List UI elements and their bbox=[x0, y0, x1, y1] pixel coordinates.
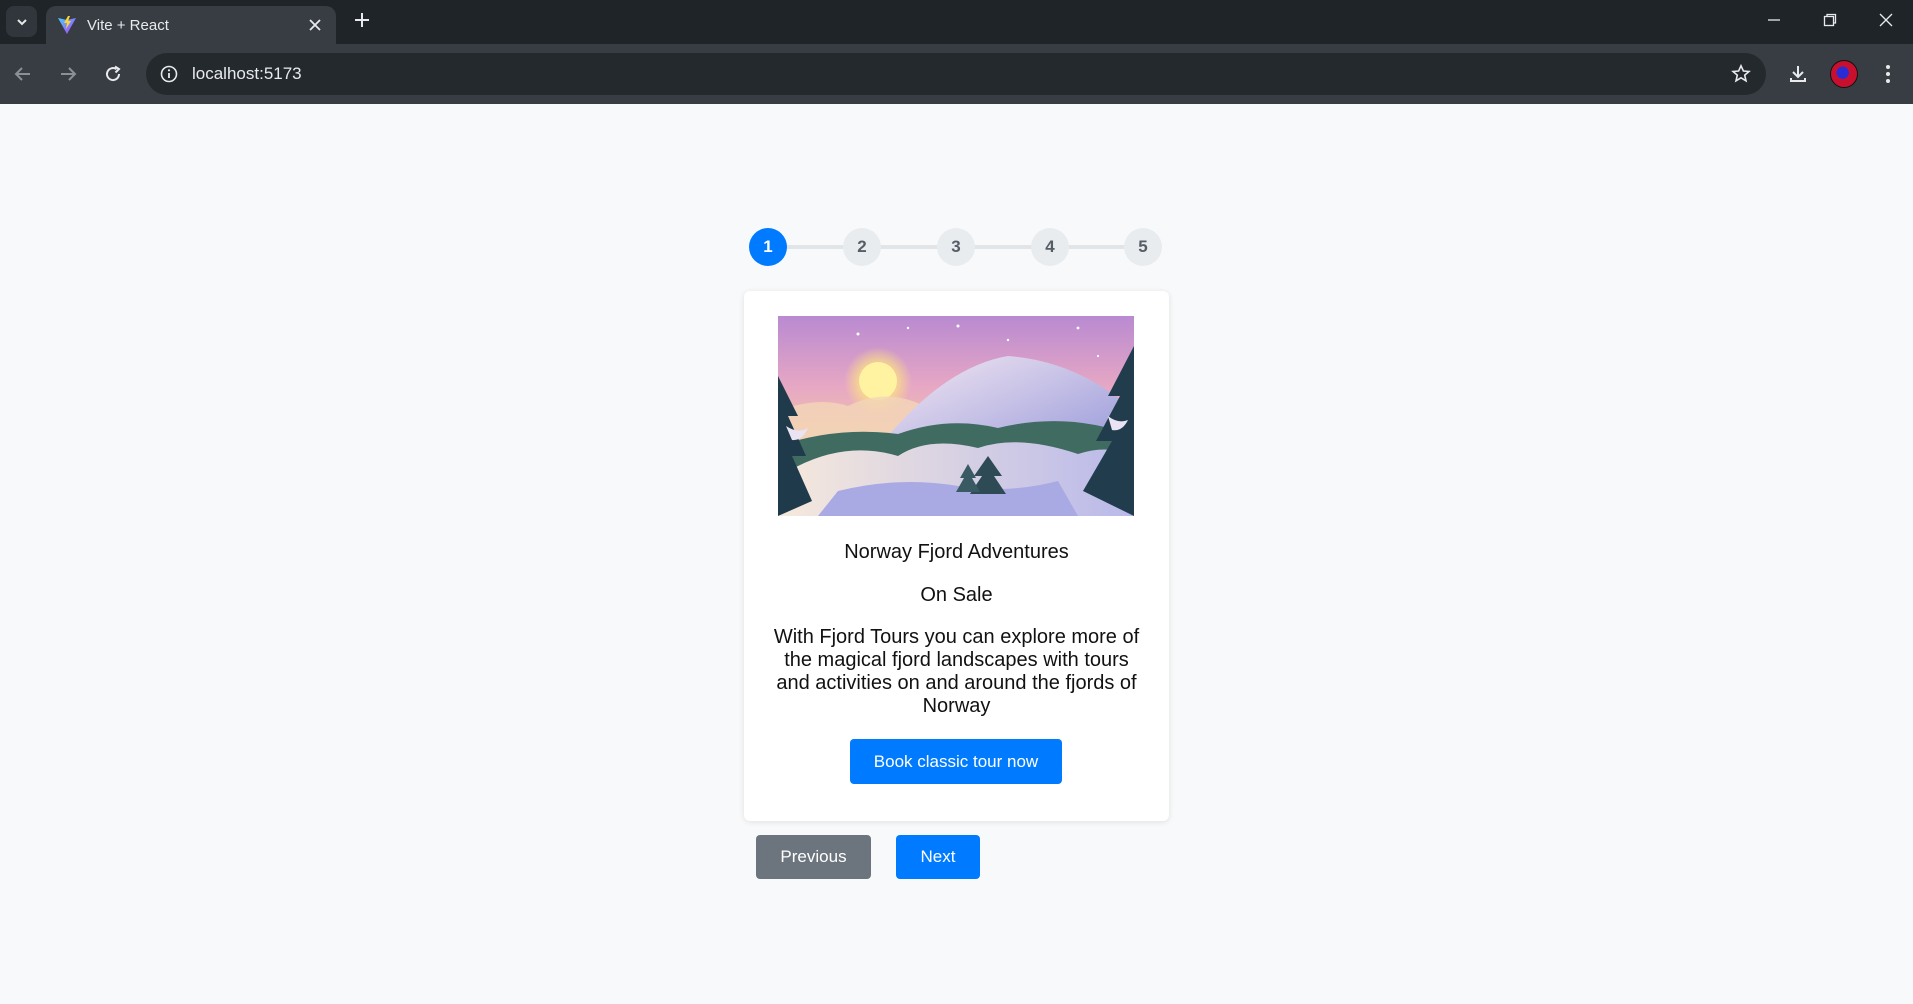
step-4[interactable]: 4 bbox=[1031, 228, 1069, 266]
minimize-icon bbox=[1768, 19, 1780, 21]
book-tour-button[interactable]: Book classic tour now bbox=[850, 739, 1062, 784]
close-tab-icon[interactable] bbox=[302, 12, 328, 38]
tour-card: Norway Fjord Adventures On Sale With Fjo… bbox=[744, 291, 1169, 821]
minimize-button[interactable] bbox=[1746, 2, 1802, 38]
bookmark-star-icon[interactable] bbox=[1728, 61, 1754, 87]
arrow-right-icon bbox=[61, 67, 77, 81]
chevron-down-icon bbox=[16, 18, 27, 25]
restore-icon bbox=[1823, 13, 1837, 27]
next-button[interactable]: Next bbox=[896, 835, 980, 879]
reload-button[interactable] bbox=[95, 56, 131, 92]
progress-stepper: 1 2 3 4 5 bbox=[749, 228, 1162, 266]
previous-button[interactable]: Previous bbox=[756, 835, 871, 879]
browser-tab[interactable]: Vite + React bbox=[46, 6, 336, 44]
download-icon bbox=[1790, 66, 1806, 82]
tab-title: Vite + React bbox=[87, 16, 169, 34]
reload-icon bbox=[106, 65, 121, 82]
avatar bbox=[1830, 60, 1858, 88]
browser-menu-button[interactable] bbox=[1870, 56, 1906, 92]
restore-button[interactable] bbox=[1802, 2, 1858, 38]
tour-title: Norway Fjord Adventures bbox=[844, 541, 1069, 563]
vite-logo-icon bbox=[56, 14, 78, 36]
step-2[interactable]: 2 bbox=[843, 228, 881, 266]
step-5[interactable]: 5 bbox=[1124, 228, 1162, 266]
step-3[interactable]: 3 bbox=[937, 228, 975, 266]
browser-toolbar: localhost:5173 bbox=[0, 44, 1913, 104]
profile-button[interactable] bbox=[1826, 56, 1862, 92]
tab-search-button[interactable] bbox=[6, 6, 37, 37]
step-1[interactable]: 1 bbox=[749, 228, 787, 266]
more-vertical-icon bbox=[1886, 65, 1890, 83]
forward-button[interactable] bbox=[50, 56, 86, 92]
new-tab-button[interactable] bbox=[348, 6, 376, 34]
arrow-left-icon bbox=[14, 67, 30, 81]
url-text: localhost:5173 bbox=[192, 64, 302, 83]
downloads-button[interactable] bbox=[1780, 56, 1816, 92]
plus-icon bbox=[355, 13, 369, 27]
winter-landscape-image bbox=[778, 316, 1134, 516]
back-button[interactable] bbox=[5, 56, 41, 92]
sale-status: On Sale bbox=[920, 584, 993, 606]
site-info-icon[interactable] bbox=[156, 61, 182, 87]
browser-tabstrip: Vite + React bbox=[0, 0, 1913, 44]
close-window-button[interactable] bbox=[1858, 2, 1913, 38]
close-icon bbox=[1879, 13, 1893, 27]
address-bar[interactable]: localhost:5173 bbox=[146, 53, 1766, 95]
tour-description: With Fjord Tours you can explore more of… bbox=[773, 626, 1140, 717]
